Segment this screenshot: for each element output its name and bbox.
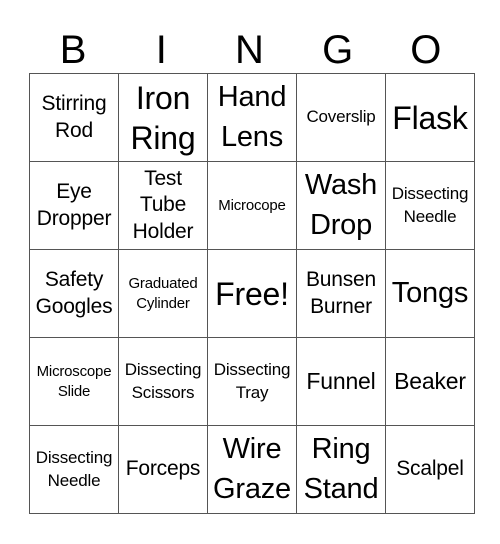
header-letter-o: O (410, 28, 442, 72)
bingo-cell[interactable]: Tongs (385, 249, 475, 338)
bingo-cell[interactable]: Ring Stand (296, 425, 386, 514)
bingo-cell[interactable]: Dissecting Needle (385, 161, 475, 250)
bingo-cell[interactable]: Hand Lens (207, 73, 297, 162)
card-row: Eye Dropper Test Tube Holder Microcope W… (29, 161, 475, 250)
bingo-cell[interactable]: Bunsen Burner (296, 249, 386, 338)
bingo-cell[interactable]: Beaker (385, 337, 475, 426)
bingo-cell[interactable]: Flask (385, 73, 475, 162)
bingo-cell[interactable]: Wire Graze (207, 425, 297, 514)
bingo-cell[interactable]: Microscope Slide (29, 337, 119, 426)
card-row: Stirring Rod Iron Ring Hand Lens Coversl… (29, 73, 475, 162)
bingo-cell[interactable]: Test Tube Holder (118, 161, 208, 250)
header-letter-n: N (235, 28, 264, 72)
bingo-cell[interactable]: Stirring Rod (29, 73, 119, 162)
bingo-cell[interactable]: Safety Googles (29, 249, 119, 338)
bingo-cell[interactable]: Dissecting Needle (29, 425, 119, 514)
bingo-cell[interactable]: Scalpel (385, 425, 475, 514)
bingo-cell[interactable]: Graduated Cylinder (118, 249, 208, 338)
bingo-cell[interactable]: Forceps (118, 425, 208, 514)
bingo-cell[interactable]: Eye Dropper (29, 161, 119, 250)
bingo-cell[interactable]: Iron Ring (118, 73, 208, 162)
bingo-card-grid: Stirring Rod Iron Ring Hand Lens Coversl… (29, 73, 475, 514)
bingo-cell[interactable]: Dissecting Scissors (118, 337, 208, 426)
card-row: Safety Googles Graduated Cylinder Free! … (29, 249, 475, 338)
header-letter-g: G (322, 28, 354, 72)
card-row: Dissecting Needle Forceps Wire Graze Rin… (29, 425, 475, 514)
free-space-cell[interactable]: Free! (207, 249, 297, 338)
card-row: Microscope Slide Dissecting Scissors Dis… (29, 337, 475, 426)
bingo-cell[interactable]: Wash Drop (296, 161, 386, 250)
header-letter-i: I (155, 28, 167, 72)
bingo-cell[interactable]: Coverslip (296, 73, 386, 162)
bingo-header: B I N G O (29, 26, 470, 74)
bingo-cell[interactable]: Dissecting Tray (207, 337, 297, 426)
header-letter-b: B (59, 28, 87, 72)
bingo-cell[interactable]: Funnel (296, 337, 386, 426)
bingo-cell[interactable]: Microcope (207, 161, 297, 250)
